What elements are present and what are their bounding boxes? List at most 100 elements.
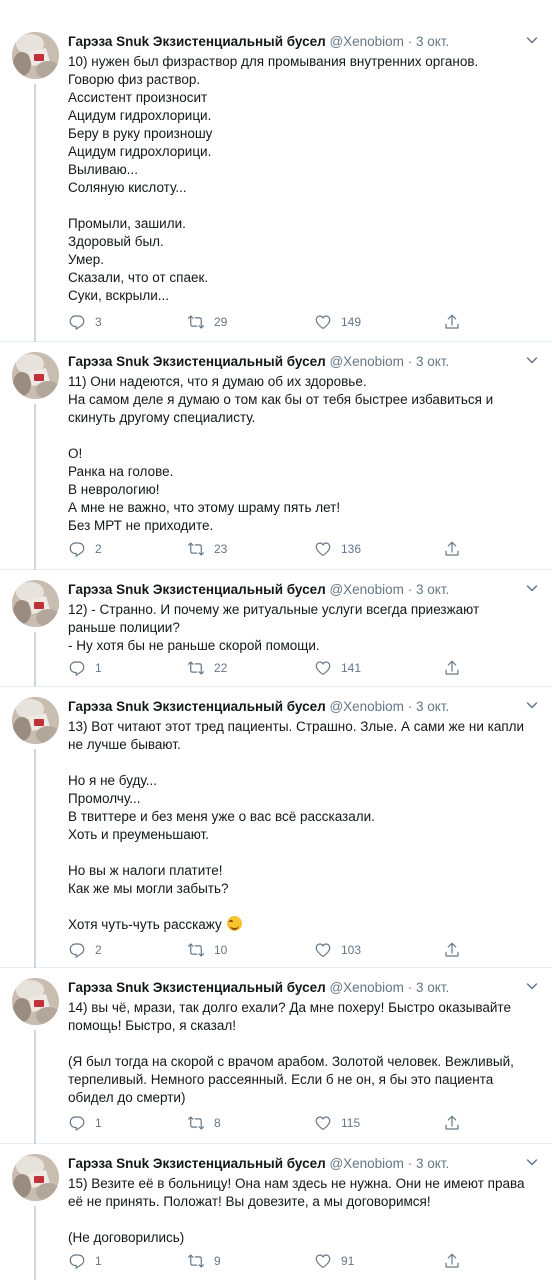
tweet-date[interactable]: 3 окт. (416, 980, 449, 995)
retweet-button[interactable]: 23 (187, 539, 227, 559)
like-button[interactable]: 149 (314, 312, 361, 332)
share-icon[interactable] (443, 313, 461, 331)
author-name[interactable]: Гарэза Snuk Экзистенциальный бусел (68, 699, 326, 714)
tweet-date[interactable]: 3 окт. (416, 699, 449, 714)
tweet-actions: 1 9 91 (68, 1251, 468, 1271)
chevron-down-icon[interactable] (524, 1154, 540, 1170)
tweet-date[interactable]: 3 окт. (416, 582, 449, 597)
tweet-header: Гарэза Snuk Экзистенциальный бусел @Xeno… (68, 352, 522, 372)
share-icon[interactable] (443, 540, 461, 558)
tweet-date[interactable]: 3 окт. (416, 34, 449, 49)
heart-icon[interactable] (314, 1114, 332, 1132)
separator-dot: · (407, 34, 413, 49)
chevron-down-icon[interactable] (524, 352, 540, 368)
like-button[interactable]: 103 (314, 940, 361, 960)
like-button[interactable]: 136 (314, 539, 361, 559)
reply-count: 1 (95, 661, 102, 675)
retweet-icon[interactable] (187, 1252, 205, 1270)
author-handle[interactable]: @Xenobiom (329, 699, 404, 714)
tweet-line: Ранка на голове. (68, 464, 174, 479)
avatar[interactable] (12, 1154, 59, 1201)
retweet-button[interactable]: 8 (187, 1113, 221, 1133)
reply-icon[interactable] (68, 659, 86, 677)
tweet-actions: 3 29 149 (68, 312, 468, 332)
tweet[interactable]: Гарэза Snuk Экзистенциальный бусел @Xeno… (0, 570, 552, 687)
retweet-button[interactable]: 9 (187, 1251, 221, 1271)
tweet[interactable]: Гарэза Snuk Экзистенциальный бусел @Xeno… (0, 687, 552, 968)
reply-icon[interactable] (68, 540, 86, 558)
reply-icon[interactable] (68, 313, 86, 331)
avatar[interactable] (12, 978, 59, 1025)
like-button[interactable]: 115 (314, 1113, 360, 1133)
retweet-icon[interactable] (187, 941, 205, 959)
share-icon[interactable] (443, 1114, 461, 1132)
reply-icon[interactable] (68, 1114, 86, 1132)
avatar[interactable] (12, 32, 59, 79)
retweet-icon[interactable] (187, 659, 205, 677)
chevron-down-icon[interactable] (524, 32, 540, 48)
tweet-line: Хоть и преуменьшают. (68, 827, 209, 842)
tweet-date[interactable]: 3 окт. (416, 354, 449, 369)
tweet-date[interactable]: 3 окт. (416, 1156, 449, 1171)
tweet[interactable]: Гарэза Snuk Экзистенциальный бусел @Xeno… (0, 342, 552, 570)
share-button[interactable] (443, 1251, 461, 1271)
separator-dot: · (407, 582, 413, 597)
share-button[interactable] (443, 539, 461, 559)
avatar[interactable] (12, 352, 59, 399)
share-button[interactable] (443, 940, 461, 960)
share-icon[interactable] (443, 659, 461, 677)
author-name[interactable]: Гарэза Snuk Экзистенциальный бусел (68, 1156, 326, 1171)
tweet-line: скинуть другому специалисту. (68, 410, 256, 425)
tweet[interactable]: Гарэза Snuk Экзистенциальный бусел @Xeno… (0, 968, 552, 1144)
heart-icon[interactable] (314, 1252, 332, 1270)
share-icon[interactable] (443, 1252, 461, 1270)
avatar[interactable] (12, 697, 59, 744)
reply-icon[interactable] (68, 941, 86, 959)
tweet-line: 15) Везите её в больницу! Она нам здесь … (68, 1176, 525, 1191)
avatar[interactable] (12, 580, 59, 627)
tweet[interactable]: Гарэза Snuk Экзистенциальный бусел @Xeno… (0, 1144, 552, 1280)
heart-icon[interactable] (314, 313, 332, 331)
author-handle[interactable]: @Xenobiom (329, 354, 404, 369)
author-handle[interactable]: @Xenobiom (329, 980, 404, 995)
like-button[interactable]: 141 (314, 658, 361, 678)
heart-icon[interactable] (314, 540, 332, 558)
reply-button[interactable]: 1 (68, 658, 102, 678)
author-handle[interactable]: @Xenobiom (329, 582, 404, 597)
author-name[interactable]: Гарэза Snuk Экзистенциальный бусел (68, 34, 326, 49)
tweet-header: Гарэза Snuk Экзистенциальный бусел @Xeno… (68, 580, 522, 600)
author-handle[interactable]: @Xenobiom (329, 1156, 404, 1171)
reply-button[interactable]: 3 (68, 312, 102, 332)
reply-icon[interactable] (68, 1252, 86, 1270)
author-handle[interactable]: @Xenobiom (329, 34, 404, 49)
retweet-button[interactable]: 29 (187, 312, 227, 332)
chevron-down-icon[interactable] (524, 697, 540, 713)
reply-button[interactable]: 2 (68, 940, 102, 960)
retweet-count: 9 (214, 1254, 221, 1268)
reply-button[interactable]: 1 (68, 1251, 102, 1271)
chevron-down-icon[interactable] (524, 978, 540, 994)
tweet-line: Соляную кислоту... (68, 180, 187, 195)
like-button[interactable]: 91 (314, 1251, 354, 1271)
chevron-down-icon[interactable] (524, 580, 540, 596)
retweet-button[interactable]: 22 (187, 658, 227, 678)
share-icon[interactable] (443, 941, 461, 959)
tweet[interactable]: Гарэза Snuk Экзистенциальный бусел @Xeno… (0, 22, 552, 342)
reply-button[interactable]: 2 (68, 539, 102, 559)
author-name[interactable]: Гарэза Snuk Экзистенциальный бусел (68, 582, 326, 597)
author-name[interactable]: Гарэза Snuk Экзистенциальный бусел (68, 354, 326, 369)
tweet-line: Промыли, зашили. (68, 216, 186, 231)
share-button[interactable] (443, 658, 461, 678)
share-button[interactable] (443, 312, 461, 332)
share-button[interactable] (443, 1113, 461, 1133)
author-name[interactable]: Гарэза Snuk Экзистенциальный бусел (68, 980, 326, 995)
retweet-icon[interactable] (187, 540, 205, 558)
thread-line (34, 632, 36, 687)
tweet-line (68, 197, 538, 215)
heart-icon[interactable] (314, 941, 332, 959)
reply-button[interactable]: 1 (68, 1113, 102, 1133)
retweet-icon[interactable] (187, 1114, 205, 1132)
retweet-icon[interactable] (187, 313, 205, 331)
heart-icon[interactable] (314, 659, 332, 677)
retweet-button[interactable]: 10 (187, 940, 227, 960)
